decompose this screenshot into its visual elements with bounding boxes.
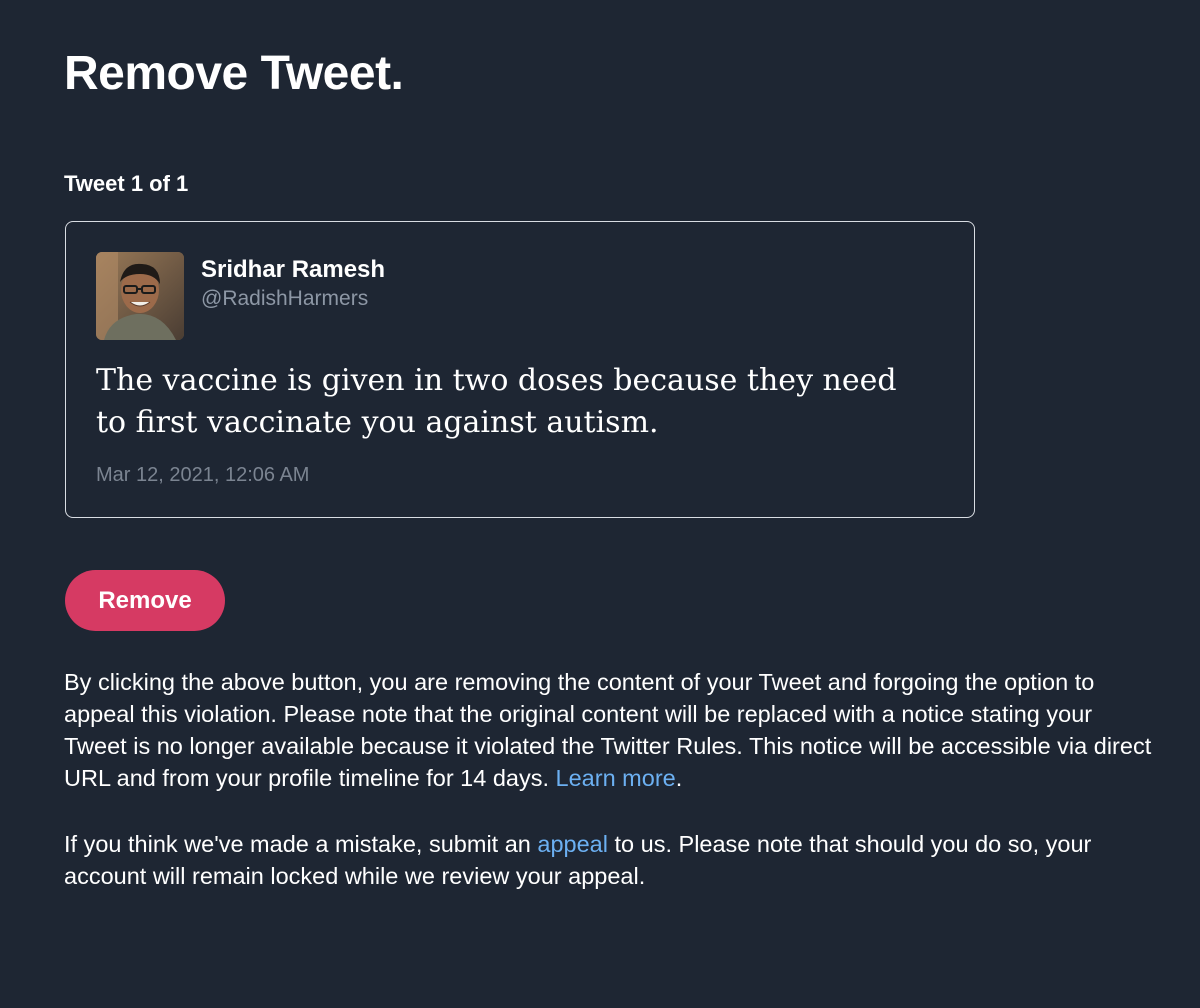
author-name[interactable]: Sridhar Ramesh: [201, 255, 385, 285]
appeal-notice-text: If you think we've made a mistake, submi…: [64, 828, 1154, 892]
tweet-text: The vaccine is given in two doses becaus…: [96, 363, 897, 440]
removal-notice-end: .: [675, 765, 683, 791]
remove-tweet-page: Remove Tweet. Tweet 1 of 1 Sridhar Rames…: [0, 0, 1200, 1008]
removal-notice-text: By clicking the above button, you are re…: [64, 666, 1154, 794]
appeal-link[interactable]: appeal: [537, 831, 608, 857]
tweet-card: Sridhar Ramesh @RadishHarmers The vaccin…: [65, 221, 975, 518]
remove-button[interactable]: Remove: [65, 570, 225, 631]
page-title: Remove Tweet.: [64, 47, 404, 100]
learn-more-link[interactable]: Learn more: [556, 765, 676, 791]
appeal-notice-before: If you think we've made a mistake, submi…: [64, 831, 538, 857]
avatar[interactable]: [96, 252, 184, 340]
avatar-photo-icon: [96, 252, 184, 340]
tweet-timestamp: Mar 12, 2021, 12:06 AM: [96, 464, 310, 486]
author-handle[interactable]: @RadishHarmers: [201, 286, 368, 312]
tweet-count-label: Tweet 1 of 1: [64, 171, 189, 196]
